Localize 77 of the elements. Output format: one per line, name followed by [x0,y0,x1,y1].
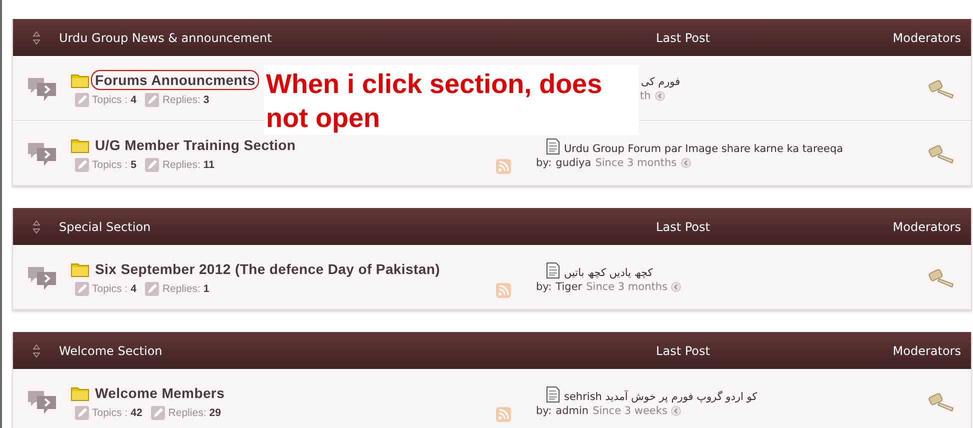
gavel-icon [928,144,954,164]
topics-label: Topics : [92,94,128,106]
folder-icon [71,262,89,276]
pencil-icon [75,406,89,420]
arrow-circle-icon[interactable] [680,158,691,168]
sort-icon[interactable] [32,220,40,234]
author-link[interactable]: gudiya [556,157,592,169]
by-label: by: [536,281,552,293]
topics-label: Topics : [92,283,128,295]
topics-label: Topics : [92,159,128,171]
post-age: Since 3 months [595,157,677,169]
pencil-icon [75,93,89,107]
post-link[interactable]: فورم کی [641,76,680,88]
forum-link[interactable]: Six September 2012 (The defence Day of Pakistan) [91,259,444,279]
column-heading: Moderators [892,344,962,358]
forum-link[interactable]: Welcome Members [91,383,229,403]
post-link[interactable]: Urdu Group Forum par Image share karne ka tareeqa [564,143,844,155]
pencil-icon [151,406,166,420]
replies-label: Replies: [168,407,206,419]
topics-count: 4 [130,94,136,106]
chat-bubbles-icon [27,140,57,166]
annotation-text: When i click section, does not open [264,65,639,135]
gavel-icon [928,268,954,288]
column-heading: Moderators [892,30,962,44]
forum-link[interactable]: Forums Announcments [91,70,260,90]
pencil-icon [145,158,160,172]
sort-icon[interactable] [32,344,40,358]
arrow-circle-icon[interactable] [671,282,682,292]
document-icon [546,386,560,403]
rss-icon[interactable] [496,158,511,174]
topics-count: 4 [130,283,136,295]
replies-count: 11 [203,159,214,171]
forum-link[interactable]: U/G Member Training Section [91,135,300,155]
replies-count: 3 [203,94,210,106]
replies-count: 29 [209,407,221,419]
sort-icon[interactable] [32,30,40,44]
section-title[interactable]: Welcome Section [59,344,523,358]
section-title[interactable]: Special Section [59,220,523,234]
post-age: Since 3 weeks [592,405,668,417]
rss-icon[interactable] [496,282,511,298]
author-link[interactable]: Tiger [556,281,582,293]
chat-bubbles-icon [27,76,57,102]
column-heading: Moderators [892,220,962,234]
gavel-icon [928,78,954,98]
post-link[interactable]: کچھ یادیں کچھ باتیں [564,267,653,279]
topics-count: 42 [130,407,142,419]
folder-icon [71,386,89,400]
folder-icon [71,138,89,152]
by-label: by: [536,405,552,417]
document-icon [546,262,560,279]
column-heading: Last Post [655,30,711,44]
gavel-icon [928,392,954,412]
replies-label: Replies: [162,94,200,106]
pencil-icon [75,158,89,172]
column-heading: Last Post [655,344,711,358]
document-icon [546,138,560,155]
pencil-icon [75,282,89,296]
folder-icon [71,72,89,88]
post-age: Since 3 months [586,281,668,293]
post-link[interactable]: sehrish کو اردو گروپ فورم پر خوش آمدید [564,391,758,403]
chat-bubbles-icon [27,388,57,414]
topics-label: Topics : [92,407,128,419]
post-age: th [640,90,651,102]
arrow-circle-icon[interactable] [671,406,682,416]
replies-label: Replies: [162,159,200,171]
topics-count: 5 [130,159,136,171]
section-title[interactable]: Urdu Group News & announcement [59,30,523,44]
replies-label: Replies: [162,283,200,295]
by-label: by: [536,157,552,169]
chat-bubbles-icon [27,264,57,290]
replies-count: 1 [203,283,210,295]
pencil-icon [145,282,160,296]
arrow-circle-icon[interactable] [654,90,665,100]
rss-icon[interactable] [496,406,511,422]
author-link[interactable]: admin [556,405,589,417]
pencil-icon [145,93,160,107]
column-heading: Last Post [655,220,711,234]
